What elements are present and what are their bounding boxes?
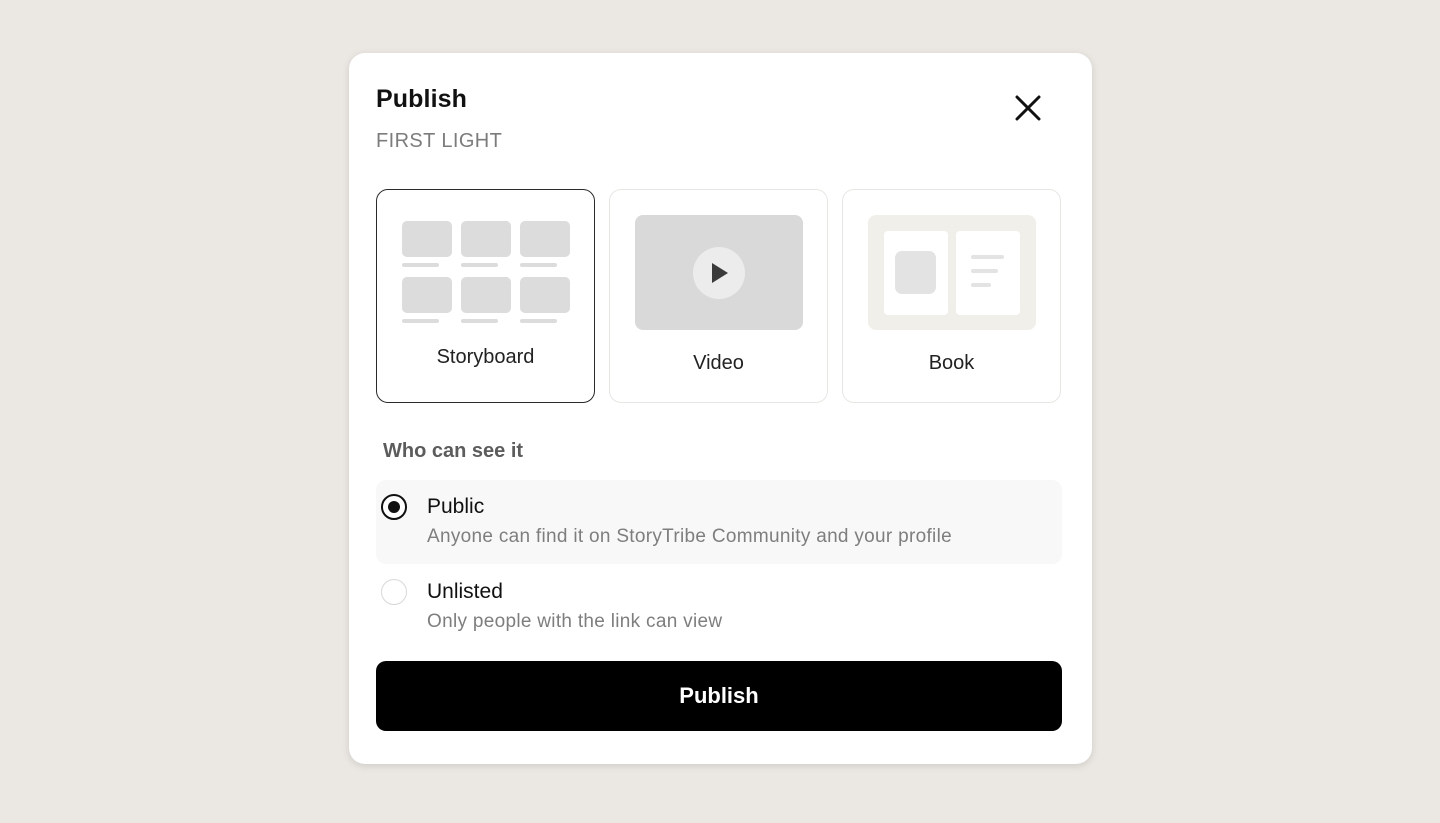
dialog-title: Publish	[376, 85, 467, 113]
storyboard-grid-icon	[402, 221, 572, 325]
option-label-public: Public	[427, 495, 485, 518]
close-icon	[1015, 95, 1041, 121]
publish-dialog: Publish FIRST LIGHT Storyboard Video Boo…	[349, 53, 1092, 764]
visibility-option-unlisted[interactable]: Unlisted Only people with the link can v…	[376, 565, 1062, 649]
close-button[interactable]	[1011, 91, 1045, 125]
format-option-video[interactable]: Video	[609, 189, 828, 403]
format-option-storyboard[interactable]: Storyboard	[376, 189, 595, 403]
option-description-public: Anyone can find it on StoryTribe Communi…	[427, 526, 952, 547]
format-option-book[interactable]: Book	[842, 189, 1061, 403]
format-label-storyboard: Storyboard	[436, 346, 535, 368]
format-label-book: Book	[928, 352, 975, 374]
video-thumbnail	[635, 215, 803, 330]
project-name: FIRST LIGHT	[376, 130, 503, 152]
option-label-unlisted: Unlisted	[427, 580, 503, 603]
visibility-option-public[interactable]: Public Anyone can find it on StoryTribe …	[376, 480, 1062, 564]
radio-unlisted[interactable]	[381, 579, 407, 605]
book-icon	[868, 215, 1036, 330]
play-icon	[693, 247, 745, 299]
visibility-heading: Who can see it	[383, 440, 524, 462]
option-description-unlisted: Only people with the link can view	[427, 611, 723, 632]
format-label-video: Video	[693, 352, 744, 374]
publish-button[interactable]: Publish	[376, 661, 1062, 731]
radio-public[interactable]	[381, 494, 407, 520]
